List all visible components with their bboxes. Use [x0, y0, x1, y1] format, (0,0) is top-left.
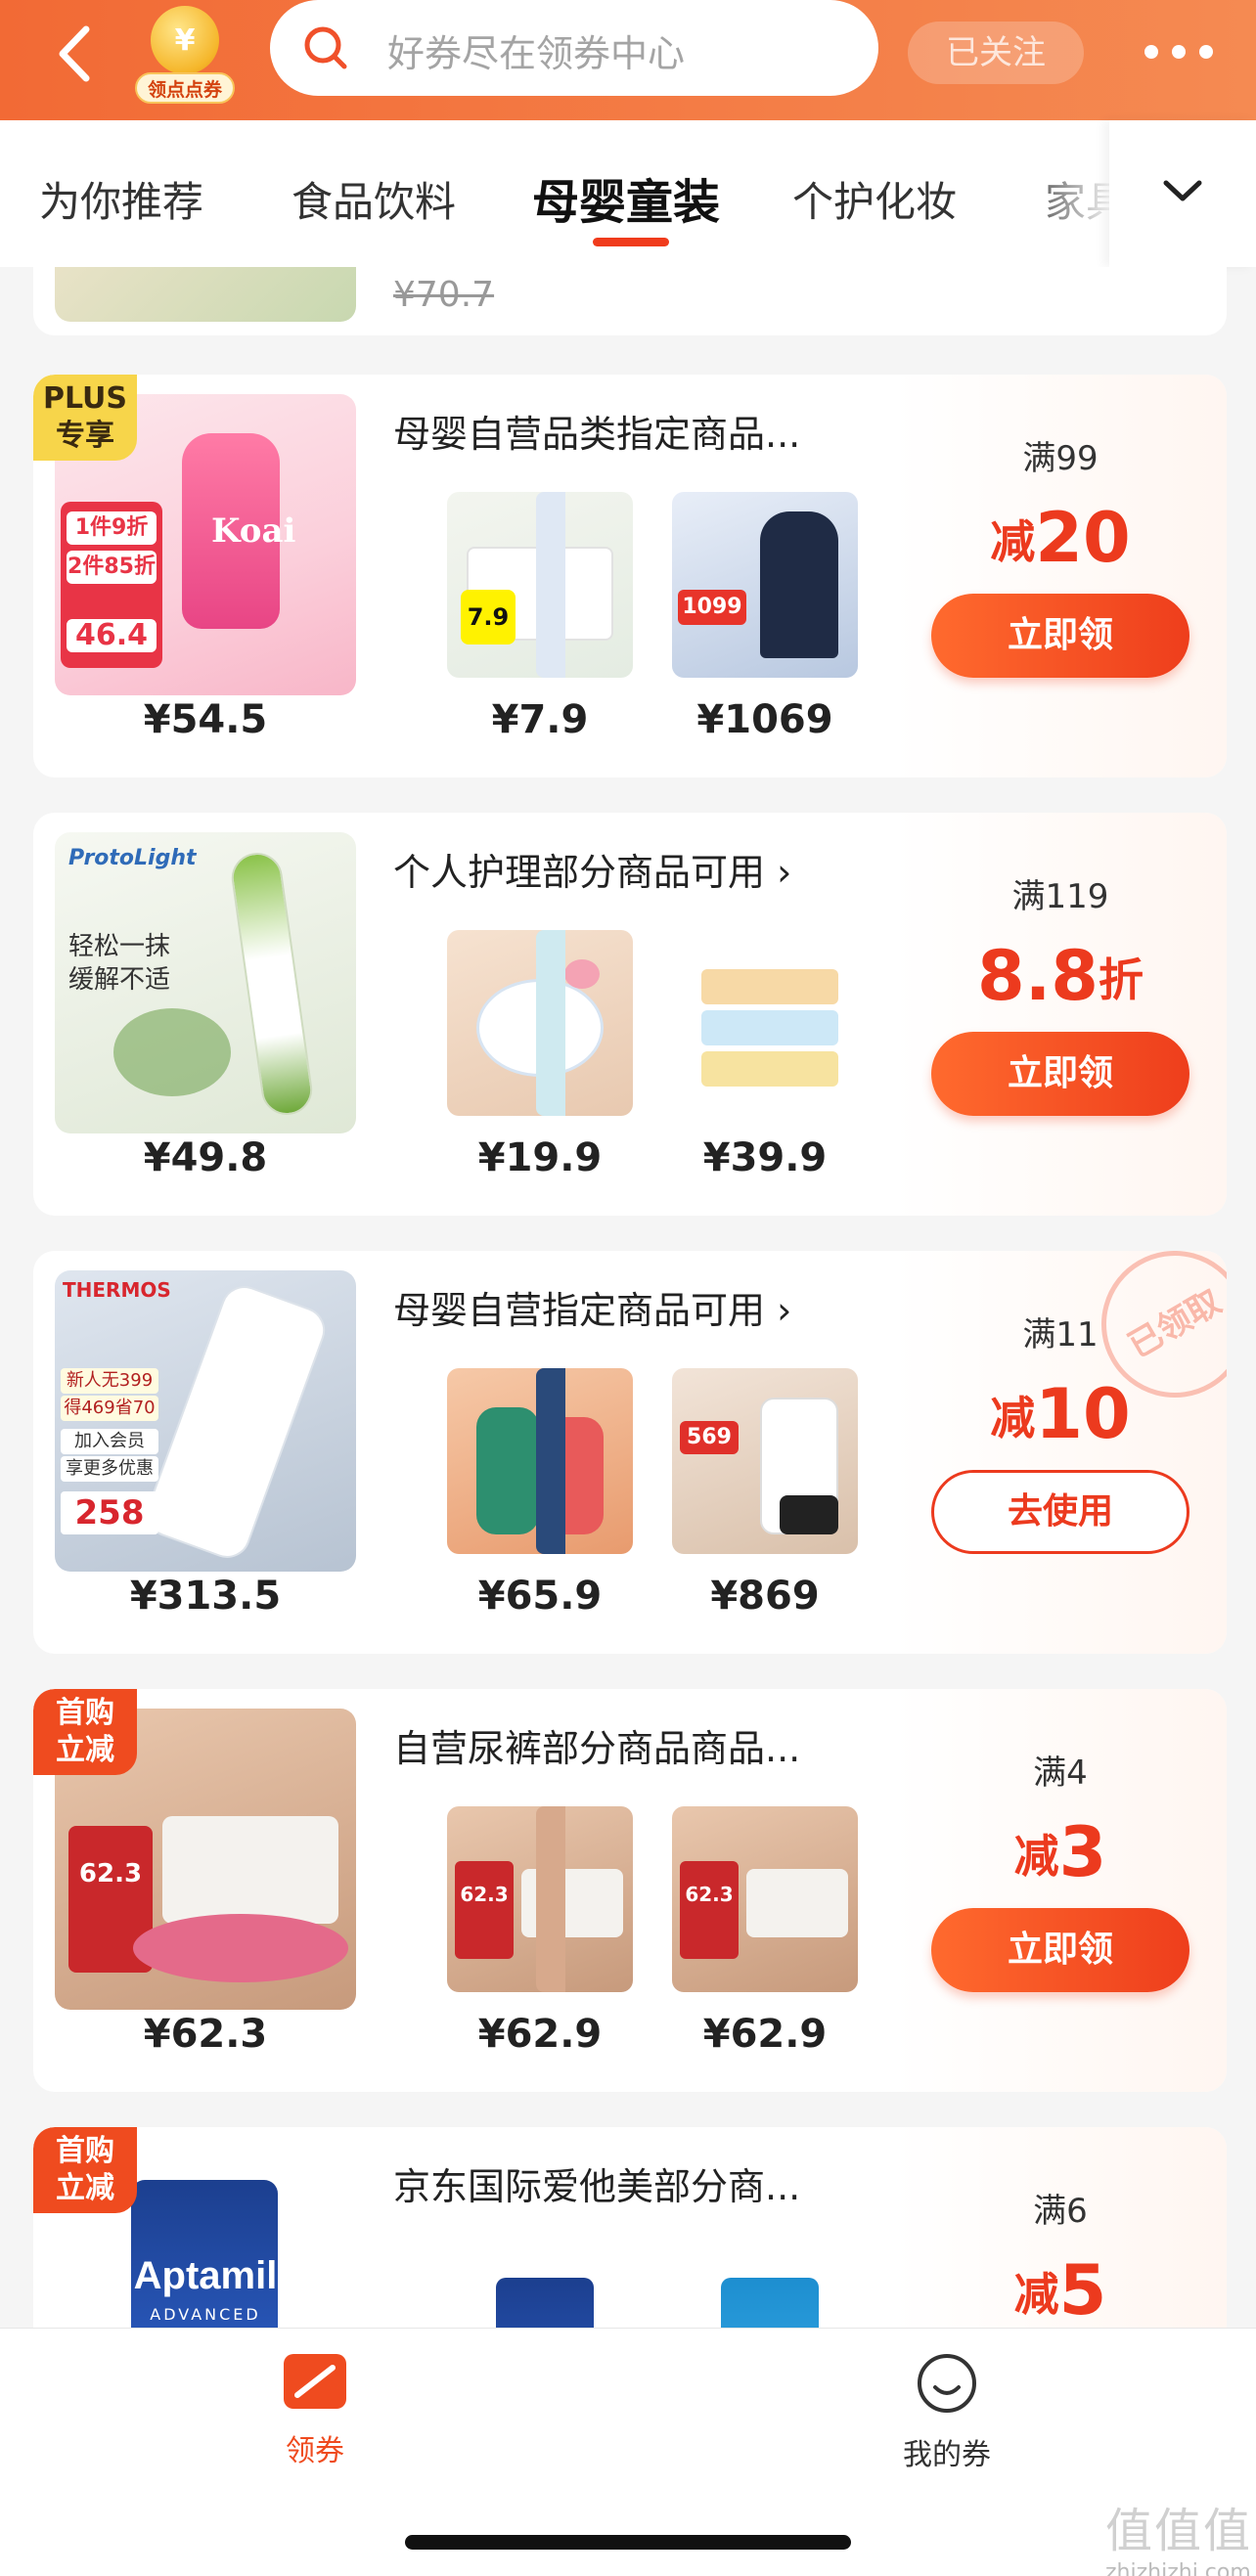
- search-bar[interactable]: 好券尽在领券中心: [270, 0, 878, 96]
- coupon-threshold: 满11: [1022, 1315, 1099, 1355]
- coupon-list: ¥70.7 Koai 1件9折 2件85折 46.4 PLUS 专享 ¥54.5 …: [0, 267, 1256, 2328]
- coupon-card: Koai 1件9折 2件85折 46.4 PLUS 专享 ¥54.5 母婴自营品类…: [33, 375, 1227, 777]
- claim-button[interactable]: 立即领: [931, 594, 1189, 678]
- thumb-price: ¥869: [710, 1574, 820, 1619]
- coupon-title[interactable]: 自营尿裤部分商品商品...: [393, 1718, 800, 1772]
- nav-get-coupons[interactable]: 领券: [217, 2352, 413, 2469]
- product-thumb[interactable]: [672, 2244, 858, 2328]
- main-product-price: ¥62.3: [143, 2012, 268, 2057]
- watermark: 值值值 zhizhizhi.com: [1105, 2504, 1253, 2576]
- product-thumbnails: [393, 2244, 892, 2328]
- follow-button[interactable]: 已关注: [908, 22, 1084, 84]
- smile-icon: [918, 2354, 976, 2413]
- main-product-price: ¥313.5: [129, 1574, 282, 1619]
- tab-personal-care[interactable]: 个护化妆: [792, 169, 957, 229]
- back-icon[interactable]: [51, 22, 100, 86]
- nav-label: 我的券: [903, 2438, 991, 2472]
- coin-icon: ¥: [151, 6, 219, 74]
- nav-my-coupons[interactable]: 我的券: [849, 2352, 1045, 2473]
- use-coupon-button[interactable]: 去使用: [931, 1470, 1189, 1554]
- thumb-price: ¥19.9: [477, 1135, 603, 1180]
- coupon-discount: 减10: [990, 1374, 1131, 1454]
- product-thumb[interactable]: [447, 2244, 633, 2328]
- main-product-price: ¥54.5: [143, 697, 268, 742]
- product-thumbnails: 62.3 ¥62.9 62.3 ¥62.9: [393, 1806, 892, 2090]
- coupon-title[interactable]: 京东国际爱他美部分商...: [393, 2156, 800, 2210]
- nav-label: 领券: [286, 2434, 344, 2468]
- product-thumb[interactable]: 569: [672, 1368, 858, 1554]
- thumb-price: ¥62.9: [477, 2012, 603, 2057]
- tab-food-drinks[interactable]: 食品饮料: [292, 169, 456, 229]
- claim-button[interactable]: 立即领: [931, 1032, 1189, 1116]
- category-tabs: 为你推荐 食品饮料 母婴童装 个护化妆 家具: [0, 120, 1256, 267]
- top-bar: ¥ 领点点券 好券尽在领券中心 已关注: [0, 0, 1256, 120]
- product-thumb[interactable]: 1099: [672, 492, 858, 678]
- product-image[interactable]: ProtoLight 轻松一抹 缓解不适: [55, 832, 356, 1133]
- thumb-price: ¥39.9: [702, 1135, 828, 1180]
- coupon-card-partial[interactable]: ¥70.7: [33, 267, 1227, 335]
- plus-exclusive-tag: PLUS 专享: [33, 375, 137, 461]
- chevron-down-icon: [1163, 180, 1202, 201]
- coupon-title[interactable]: 个人护理部分商品可用 ›: [393, 842, 791, 896]
- more-icon[interactable]: [1144, 45, 1213, 61]
- product-thumbnails: ¥19.9 ¥39.9: [393, 930, 892, 1214]
- product-image[interactable]: THERMOS 新人无399 得469省70 加入会员 享更多优惠 258: [55, 1270, 356, 1572]
- coupon-title[interactable]: 母婴自营品类指定商品...: [393, 404, 800, 458]
- coupon-card: 已领取 THERMOS 新人无399 得469省70 加入会员 享更多优惠 25…: [33, 1251, 1227, 1654]
- first-purchase-tag: 首购 立减: [33, 1689, 137, 1775]
- product-image: [55, 267, 356, 322]
- search-icon: [304, 26, 347, 69]
- coupon-points-badge[interactable]: ¥ 领点点券: [135, 4, 235, 106]
- tab-recommend[interactable]: 为你推荐: [39, 169, 203, 229]
- coupon-icon: [284, 2354, 346, 2409]
- product-thumbnails: ¥65.9 569 ¥869: [393, 1368, 892, 1652]
- coupon-threshold: 满6: [1033, 2192, 1088, 2231]
- coupon-card: Aptamil ADVANCED 首购 立减 京东国际爱他美部分商... 满6 减…: [33, 2127, 1227, 2328]
- coupon-discount: 8.8折: [976, 936, 1144, 1016]
- main-product-price: ¥49.8: [143, 1135, 268, 1180]
- home-indicator[interactable]: [405, 2535, 851, 2550]
- coupon-discount: 减3: [1013, 1812, 1107, 1892]
- product-thumbnails: 7.9 ¥7.9 1099 ¥1069: [393, 492, 892, 776]
- active-tab-indicator: [593, 238, 669, 246]
- coupon-threshold: 满4: [1033, 1754, 1088, 1793]
- expand-tabs-button[interactable]: [1109, 120, 1256, 267]
- coupon-threshold: 满99: [1022, 439, 1099, 478]
- thumb-price: ¥7.9: [491, 697, 589, 742]
- product-thumb[interactable]: [672, 930, 858, 1116]
- coupon-card: ProtoLight 轻松一抹 缓解不适 ¥49.8 个人护理部分商品可用 › …: [33, 813, 1227, 1216]
- thumb-price: ¥65.9: [477, 1574, 603, 1619]
- thumb-price: ¥62.9: [702, 2012, 828, 2057]
- coupon-card: 62.3 首购 立减 ¥62.3 自营尿裤部分商品商品... 62.3 ¥62.9…: [33, 1689, 1227, 2092]
- product-thumb[interactable]: 62.3: [672, 1806, 858, 1992]
- coupon-title[interactable]: 母婴自营指定商品可用 ›: [393, 1280, 791, 1334]
- search-placeholder: 好券尽在领券中心: [387, 32, 686, 75]
- original-price: ¥70.7: [393, 275, 495, 315]
- first-purchase-tag: 首购 立减: [33, 2127, 137, 2213]
- thumb-price: ¥1069: [696, 697, 833, 742]
- coupon-discount: 减20: [990, 498, 1131, 578]
- coupon-discount: 减5: [1013, 2250, 1107, 2328]
- badge-label: 领点点券: [135, 72, 235, 104]
- tab-mother-baby[interactable]: 母婴童装: [532, 163, 720, 232]
- coupon-threshold: 满119: [1011, 877, 1109, 916]
- claim-button[interactable]: 立即领: [931, 1908, 1189, 1992]
